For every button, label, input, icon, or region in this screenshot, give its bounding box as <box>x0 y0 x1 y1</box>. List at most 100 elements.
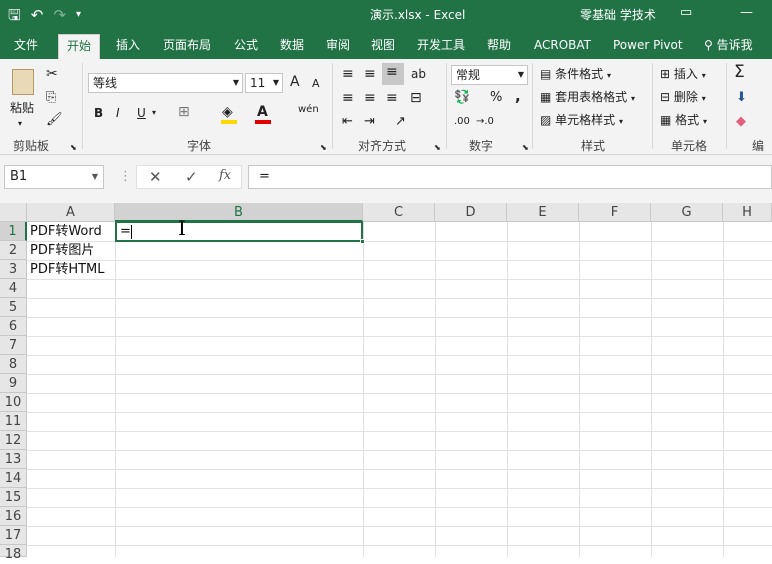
shrink-font-button[interactable]: A <box>312 75 320 93</box>
worksheet-grid[interactable]: A B C D E F G H 1 2 3 4 5 6 7 8 9 10 11 … <box>0 203 772 562</box>
fill-handle[interactable] <box>360 239 365 244</box>
comma-button[interactable]: , <box>515 87 521 105</box>
tab-view[interactable]: 视图 <box>363 34 403 59</box>
orientation-icon[interactable]: ↗ <box>395 113 406 131</box>
accounting-format-icon[interactable]: 💱 <box>454 89 470 107</box>
italic-button[interactable]: I <box>116 104 120 122</box>
underline-dropdown-icon[interactable]: ▾ <box>152 104 156 122</box>
ribbon-display-icon[interactable]: ▭ <box>680 3 692 23</box>
align-center-icon[interactable]: ≡ <box>364 89 376 107</box>
conditional-formatting-button[interactable]: ▤ 条件格式 ▾ <box>540 65 611 85</box>
column-header[interactable]: G <box>651 203 723 222</box>
border-icon[interactable]: ⊞ <box>178 103 190 121</box>
font-size-select[interactable]: 11 ▼ <box>245 73 283 93</box>
autosum-button[interactable]: Σ <box>734 63 745 81</box>
bold-button[interactable]: B <box>94 104 103 122</box>
row-header[interactable]: 13 <box>0 450 27 469</box>
enter-icon[interactable]: ✓ <box>185 168 198 186</box>
redo-icon[interactable]: ↷ <box>53 4 66 26</box>
column-header[interactable]: F <box>579 203 651 222</box>
tab-page-layout[interactable]: 页面布局 <box>155 34 219 59</box>
increase-indent-icon[interactable]: ⇥ <box>364 113 375 131</box>
align-top-icon[interactable]: ≡ <box>342 65 354 83</box>
align-right-icon[interactable]: ≡ <box>386 89 398 107</box>
paste-dropdown-icon[interactable]: ▾ <box>18 115 22 133</box>
column-header[interactable]: B <box>115 203 363 222</box>
tab-home[interactable]: 开始 <box>58 34 101 59</box>
tab-data[interactable]: 数据 <box>272 34 312 59</box>
decrease-decimal-button[interactable]: →.0 <box>476 113 494 131</box>
cell-a2[interactable]: PDF转图片 <box>28 241 94 260</box>
decrease-indent-icon[interactable]: ⇤ <box>342 113 353 131</box>
minimize-icon[interactable]: — <box>740 3 753 23</box>
tab-insert[interactable]: 插入 <box>108 34 148 59</box>
save-icon[interactable]: 🖫 <box>8 4 21 26</box>
cell-b1-editor[interactable]: = <box>118 222 131 241</box>
active-cell-b1[interactable]: = <box>115 221 365 244</box>
tell-me-search[interactable]: ⚲ 告诉我 <box>704 34 753 57</box>
select-all-corner[interactable] <box>0 203 27 222</box>
format-painter-icon[interactable]: 🖌 <box>46 111 63 129</box>
phonetic-button[interactable]: wén <box>298 101 319 119</box>
user-name[interactable]: 零基础 学技术 <box>580 6 656 23</box>
row-header[interactable]: 10 <box>0 393 27 412</box>
tab-power-pivot[interactable]: Power Pivot <box>605 34 691 59</box>
insert-cells-button[interactable]: ⊞ 插入 ▾ <box>660 65 706 85</box>
column-header[interactable]: A <box>27 203 115 222</box>
tab-developer[interactable]: 开发工具 <box>409 34 473 59</box>
align-left-icon[interactable]: ≡ <box>342 89 354 107</box>
percent-button[interactable]: % <box>490 89 502 107</box>
cell-a3[interactable]: PDF转HTML <box>28 260 105 279</box>
row-header[interactable]: 11 <box>0 412 27 431</box>
column-header[interactable]: C <box>363 203 435 222</box>
row-header[interactable]: 5 <box>0 298 27 317</box>
name-box[interactable]: B1 ▼ <box>4 165 104 189</box>
font-name-select[interactable]: 等线 ▼ <box>88 73 243 93</box>
increase-decimal-button[interactable]: .00 <box>454 113 470 131</box>
underline-button[interactable]: U <box>137 104 146 122</box>
row-header[interactable]: 15 <box>0 488 27 507</box>
cell-styles-button[interactable]: ▨ 单元格样式 ▾ <box>540 111 623 131</box>
paste-icon[interactable] <box>12 69 34 95</box>
row-header[interactable]: 8 <box>0 355 27 374</box>
tab-acrobat[interactable]: ACROBAT <box>526 34 599 59</box>
grow-font-button[interactable]: A <box>290 73 300 91</box>
wrap-text-icon[interactable]: ab <box>411 65 426 83</box>
row-header[interactable]: 12 <box>0 431 27 450</box>
merge-center-icon[interactable]: ⊟ <box>410 89 422 107</box>
customize-qat-icon[interactable]: ▾ <box>76 4 81 26</box>
row-header[interactable]: 17 <box>0 526 27 545</box>
column-header[interactable]: H <box>723 203 772 222</box>
row-header[interactable]: 4 <box>0 279 27 298</box>
formula-input[interactable]: = <box>248 165 772 189</box>
undo-icon[interactable]: ↶ <box>31 4 44 26</box>
tab-review[interactable]: 审阅 <box>318 34 358 59</box>
cut-icon[interactable]: ✂ <box>46 65 58 83</box>
clear-icon[interactable]: ◆ <box>736 113 746 131</box>
row-header[interactable]: 3 <box>0 260 27 279</box>
row-header[interactable]: 18 <box>0 545 27 562</box>
align-bottom-icon[interactable]: ≡ <box>382 63 404 85</box>
number-format-select[interactable]: 常规 ▼ <box>451 65 528 85</box>
tab-file[interactable]: 文件 <box>6 34 46 59</box>
delete-cells-button[interactable]: ⊟ 删除 ▾ <box>660 88 706 108</box>
row-header[interactable]: 2 <box>0 241 27 260</box>
format-as-table-button[interactable]: ▦ 套用表格格式 ▾ <box>540 88 635 108</box>
cancel-icon[interactable]: ✕ <box>149 168 162 186</box>
font-color-icon[interactable]: A <box>257 103 268 121</box>
copy-icon[interactable]: ⎘ <box>46 89 56 107</box>
tab-formulas[interactable]: 公式 <box>226 34 266 59</box>
row-header[interactable]: 14 <box>0 469 27 488</box>
align-middle-icon[interactable]: ≡ <box>364 65 376 83</box>
row-header[interactable]: 6 <box>0 317 27 336</box>
row-header[interactable]: 7 <box>0 336 27 355</box>
row-header[interactable]: 1 <box>0 222 27 241</box>
row-header[interactable]: 16 <box>0 507 27 526</box>
column-header[interactable]: E <box>507 203 579 222</box>
tab-help[interactable]: 帮助 <box>479 34 519 59</box>
row-header[interactable]: 9 <box>0 374 27 393</box>
cell-a1[interactable]: PDF转Word <box>28 222 102 241</box>
format-cells-button[interactable]: ▦ 格式 ▾ <box>660 111 707 131</box>
fill-icon[interactable]: ⬇ <box>736 89 747 107</box>
fill-color-icon[interactable]: ◈ <box>222 103 233 121</box>
